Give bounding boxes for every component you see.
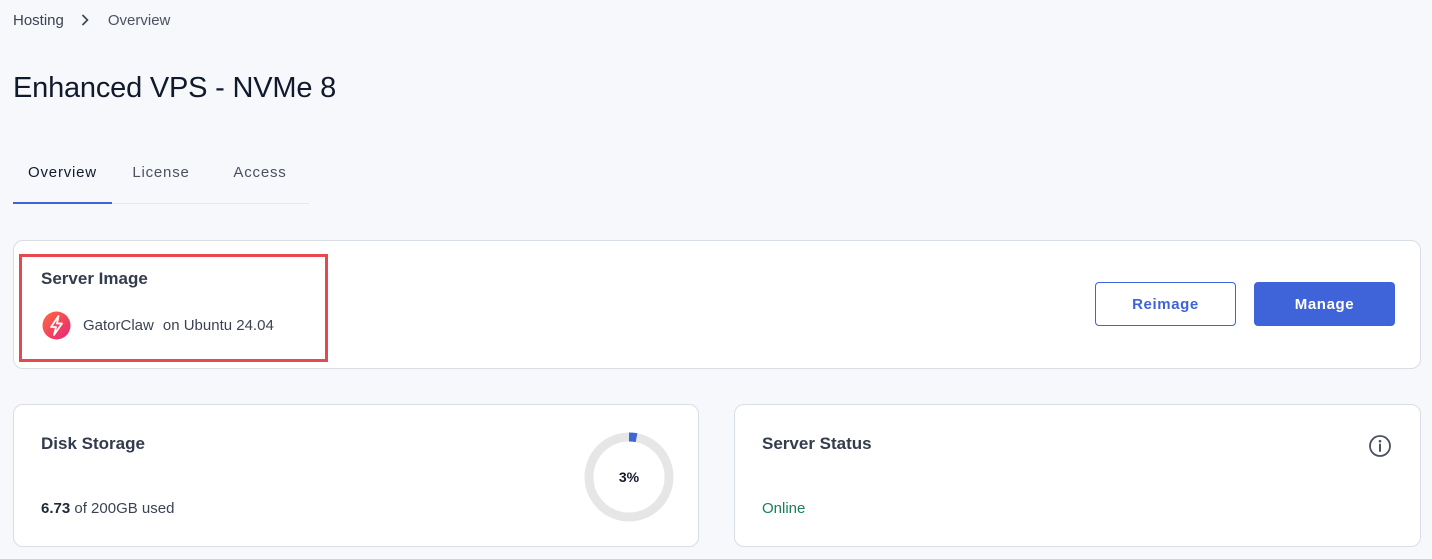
disk-total-text: of 200GB used — [74, 500, 175, 517]
breadcrumb-hosting-link[interactable]: Hosting — [13, 12, 64, 29]
page-title: Enhanced VPS - NVMe 8 — [13, 72, 337, 104]
server-image-info: GatorClaw on Ubuntu 24.04 — [42, 311, 274, 340]
breadcrumb: Hosting Overview — [13, 10, 170, 30]
disk-storage-title: Disk Storage — [41, 434, 145, 453]
disk-usage-text: 6.73 of 200GB used — [41, 500, 174, 517]
disk-used-value: 6.73 — [41, 500, 71, 517]
tab-license[interactable]: License — [125, 152, 197, 204]
server-image-title: Server Image — [41, 269, 148, 288]
os-version: on Ubuntu 24.04 — [162, 317, 274, 334]
server-status-card: Server Status Online — [734, 404, 1421, 547]
reimage-button[interactable]: Reimage — [1095, 282, 1236, 326]
lightning-bolt-icon — [42, 311, 71, 340]
tab-overview[interactable]: Overview — [13, 152, 112, 204]
app-name: GatorClaw — [83, 317, 154, 334]
tab-bar: Overview License Access — [13, 152, 309, 204]
manage-button[interactable]: Manage — [1254, 282, 1395, 326]
server-status-title: Server Status — [762, 434, 872, 453]
disk-percent-label: 3% — [618, 469, 640, 485]
breadcrumb-current: Overview — [107, 11, 171, 29]
page: Hosting Overview Enhanced VPS - NVMe 8 O… — [0, 0, 1432, 559]
server-status-value: Online — [762, 500, 806, 517]
chevron-right-icon — [81, 14, 89, 26]
server-image-card: Server Image GatorClaw on Ubuntu 24.04 R… — [13, 240, 1421, 369]
tab-access[interactable]: Access — [225, 152, 295, 204]
disk-storage-card: Disk Storage 6.73 of 200GB used 3% — [13, 404, 699, 547]
info-icon[interactable] — [1368, 434, 1392, 458]
